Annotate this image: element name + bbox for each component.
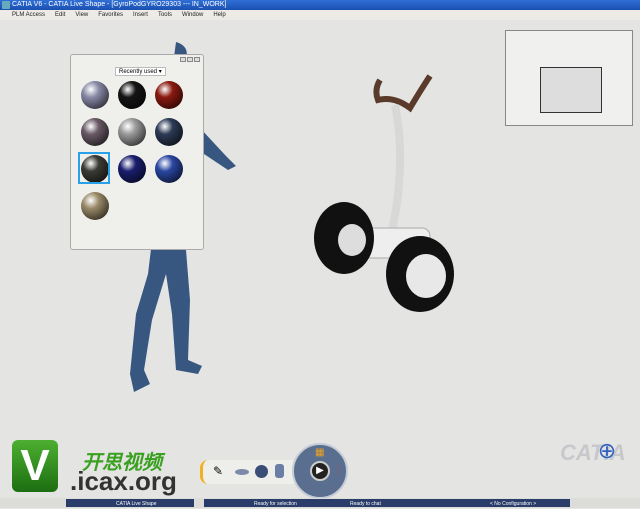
restore-icon[interactable]: [187, 57, 193, 62]
logo-letter: V: [20, 441, 50, 490]
navigation-minimap[interactable]: [505, 30, 633, 126]
status-app[interactable]: CATIA Live Shape: [66, 499, 194, 507]
tree-icon[interactable]: ⋮: [333, 465, 343, 476]
material-swatch[interactable]: [118, 155, 146, 183]
status-chat[interactable]: Ready to chat: [300, 499, 440, 507]
play-icon[interactable]: ▶: [310, 461, 330, 481]
selected-material-highlight: [78, 152, 110, 184]
material-filter-dropdown[interactable]: Recently used ▾: [115, 67, 166, 76]
brush-icon[interactable]: ✎: [213, 464, 223, 478]
material-swatch[interactable]: [81, 81, 109, 109]
minimize-icon[interactable]: [180, 57, 186, 62]
material-swatch[interactable]: [81, 192, 109, 220]
status-bar: CATIA Live Shape Ready for selection Rea…: [0, 498, 640, 508]
sphere-icon[interactable]: [255, 465, 268, 478]
segway-model: [314, 74, 454, 312]
assembly-icon[interactable]: ▦: [315, 447, 324, 458]
material-swatch[interactable]: [81, 118, 109, 146]
plane-icon[interactable]: [235, 469, 249, 475]
material-swatch[interactable]: [155, 118, 183, 146]
watermark-logo: V: [12, 440, 58, 492]
watermark-url: .icax.org: [70, 466, 177, 496]
material-swatch[interactable]: [118, 81, 146, 109]
filter-value: Recently used: [119, 69, 158, 75]
material-swatch[interactable]: [118, 118, 146, 146]
close-icon[interactable]: [194, 57, 200, 62]
material-swatch[interactable]: [155, 81, 183, 109]
robot-compass[interactable]: ▶ ▦ ⋮: [292, 443, 348, 499]
material-swatch[interactable]: [155, 155, 183, 183]
status-configuration[interactable]: < No Configuration >: [440, 499, 570, 507]
panel-window-controls[interactable]: [180, 57, 200, 62]
cylinder-icon[interactable]: [275, 464, 284, 478]
axis-compass-icon[interactable]: ⊕: [592, 438, 622, 474]
minimap-viewport-frame[interactable]: [540, 67, 602, 113]
